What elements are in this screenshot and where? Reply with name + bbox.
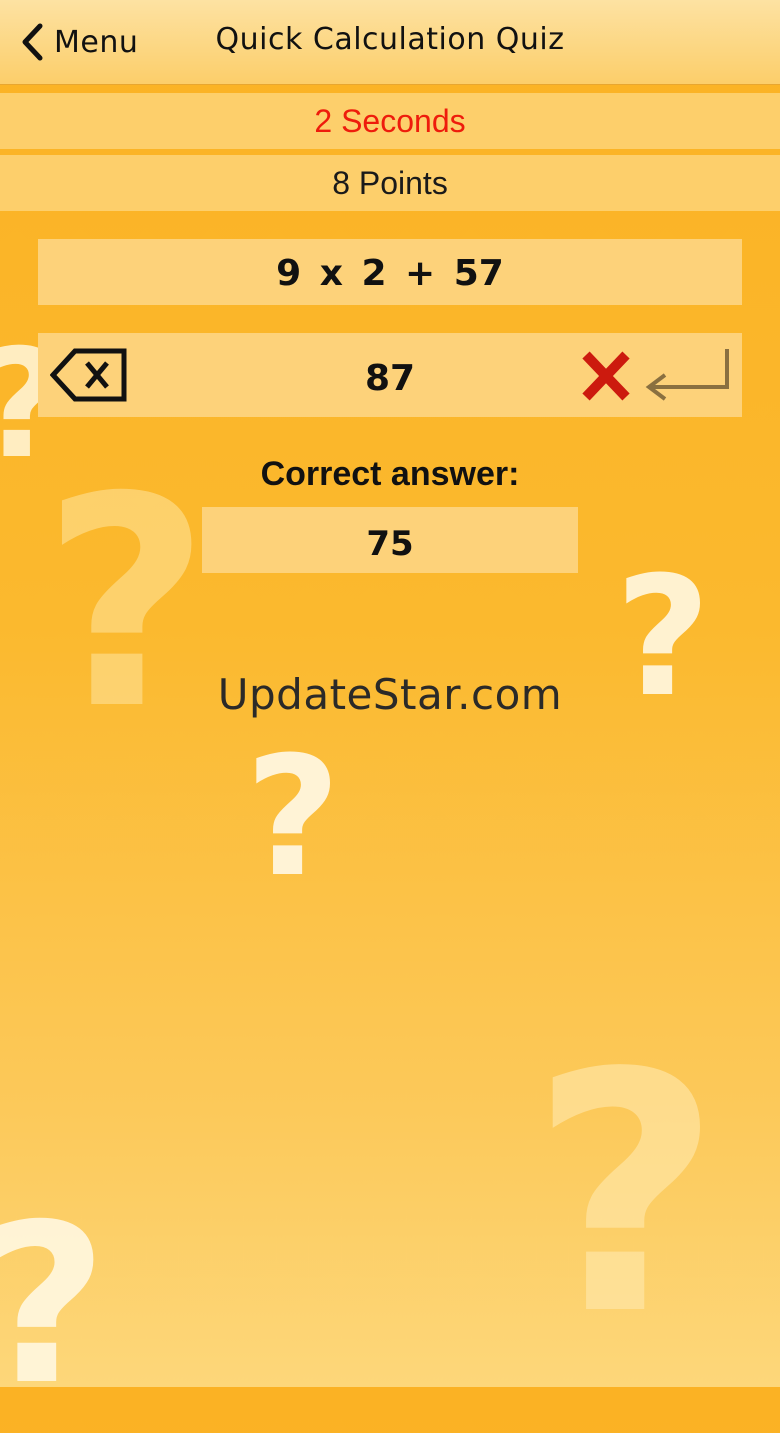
question-display: 9 x 2 + 57: [38, 239, 742, 305]
question-mark-decoration: ?: [245, 721, 341, 913]
answer-input-row: 87: [38, 333, 742, 417]
points-display: 8 Points: [0, 155, 780, 211]
correct-answer-display: 75: [202, 507, 578, 573]
page-title: Quick Calculation Quiz: [215, 22, 565, 57]
correct-answer-label: Correct answer:: [260, 455, 520, 493]
question-mark-decoration: ?: [0, 1195, 108, 1415]
navigation-bar: Menu Quick Calculation Quiz: [0, 0, 780, 85]
timer-display: 2 Seconds: [0, 93, 780, 149]
answer-value: 87: [364, 358, 416, 399]
enter-return-icon: [641, 349, 733, 407]
watermark-text: UpdateStar.com: [217, 670, 563, 719]
question-mark-decoration: ?: [530, 1003, 722, 1387]
enter-button[interactable]: [641, 347, 733, 403]
wrong-x-icon: [580, 347, 632, 403]
